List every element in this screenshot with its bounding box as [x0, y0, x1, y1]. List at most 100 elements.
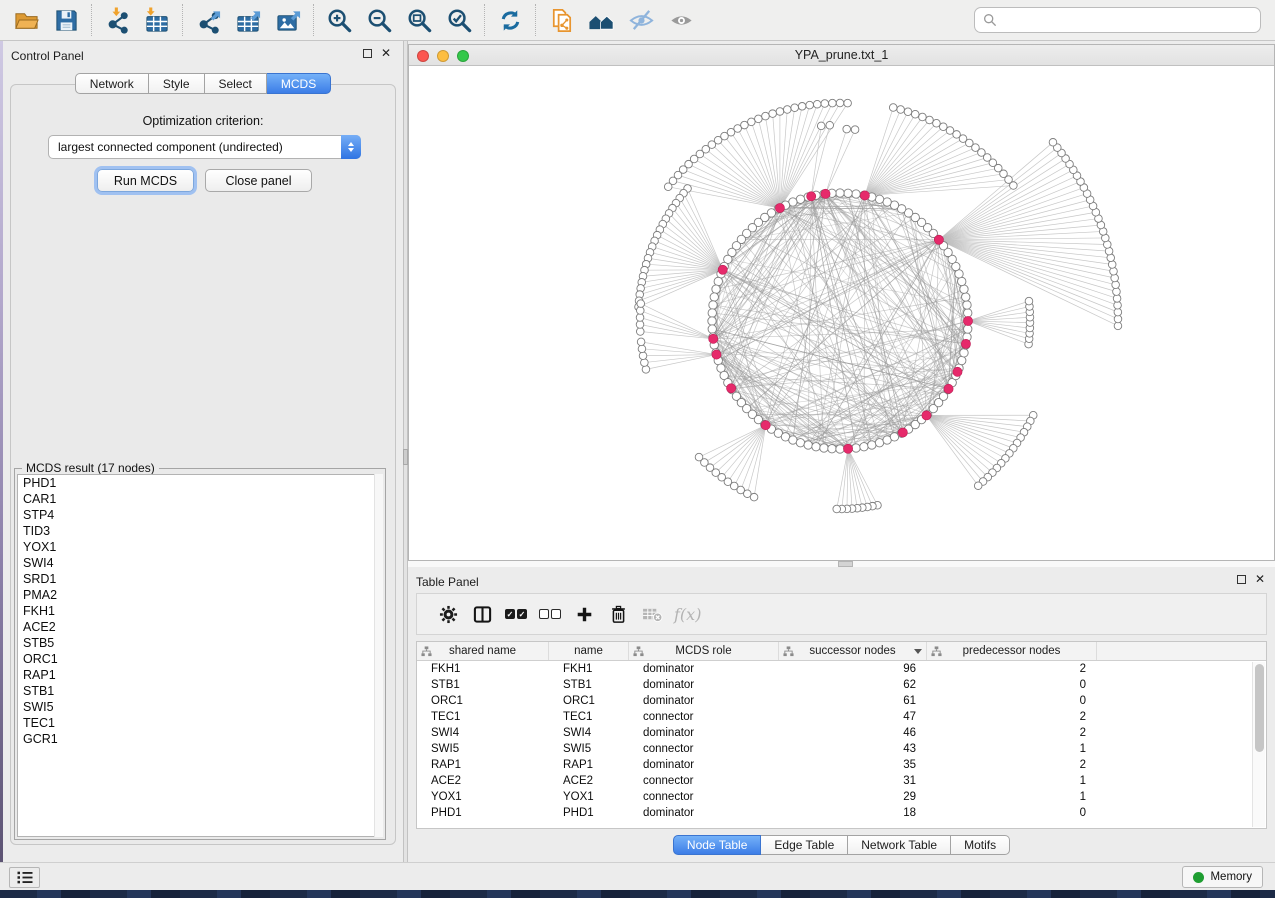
table-row[interactable]: RAP1RAP1dominator352: [417, 757, 1266, 773]
close-panel-icon[interactable]: ✕: [1255, 574, 1265, 584]
mcds-node[interactable]: [712, 350, 721, 359]
show-columns-button[interactable]: [465, 597, 499, 631]
table-row[interactable]: ORC1ORC1dominator610: [417, 693, 1266, 709]
column-header-name[interactable]: name: [549, 642, 629, 660]
tab-network-table[interactable]: Network Table: [848, 835, 951, 855]
mcds-node[interactable]: [934, 235, 943, 244]
mcds-node[interactable]: [963, 316, 972, 325]
mcds-node[interactable]: [761, 421, 770, 430]
mcds-node[interactable]: [807, 192, 816, 201]
table-row[interactable]: YOX1YOX1connector291: [417, 789, 1266, 805]
result-list-scrollbar[interactable]: [374, 474, 383, 837]
export-table-button[interactable]: [228, 3, 268, 37]
mcds-node[interactable]: [821, 189, 830, 198]
tab-edge-table[interactable]: Edge Table: [761, 835, 848, 855]
table-row[interactable]: FKH1FKH1dominator962: [417, 661, 1266, 677]
mcds-node[interactable]: [944, 384, 953, 393]
create-column-button[interactable]: [567, 597, 601, 631]
mcds-result-item[interactable]: YOX1: [18, 539, 382, 555]
export-image-button[interactable]: [268, 3, 308, 37]
table-cell: dominator: [629, 693, 779, 709]
tab-network[interactable]: Network: [75, 73, 149, 94]
table-row[interactable]: TEC1TEC1connector472: [417, 709, 1266, 725]
mcds-node[interactable]: [961, 339, 970, 348]
column-header-MCDS-role[interactable]: MCDS role: [629, 642, 779, 660]
table-scrollbar[interactable]: [1252, 662, 1265, 827]
scrollbar-thumb[interactable]: [1255, 664, 1264, 752]
save-session-button[interactable]: [46, 3, 86, 37]
network-graph[interactable]: [409, 66, 1274, 560]
float-panel-icon[interactable]: [363, 49, 372, 58]
zoom-out-button[interactable]: [359, 3, 399, 37]
export-network-button[interactable]: [188, 3, 228, 37]
import-network-button[interactable]: [97, 3, 137, 37]
column-label: predecessor nodes: [963, 645, 1061, 657]
mcds-result-item[interactable]: SWI4: [18, 555, 382, 571]
first-neighbors-button[interactable]: [581, 3, 621, 37]
mcds-result-item[interactable]: TEC1: [18, 715, 382, 731]
mcds-result-item[interactable]: FKH1: [18, 603, 382, 619]
search-box[interactable]: [974, 7, 1261, 33]
column-header-shared-name[interactable]: shared name: [417, 642, 549, 660]
refresh-button[interactable]: [490, 3, 530, 37]
close-panel-icon[interactable]: ✕: [381, 48, 391, 58]
tab-mcds[interactable]: MCDS: [267, 73, 331, 94]
mcds-result-item[interactable]: STP4: [18, 507, 382, 523]
open-session-button[interactable]: [6, 3, 46, 37]
mcds-result-item[interactable]: CAR1: [18, 491, 382, 507]
mcds-result-item[interactable]: SRD1: [18, 571, 382, 587]
network-window-titlebar[interactable]: YPA_prune.txt_1: [409, 45, 1274, 66]
memory-button[interactable]: Memory: [1182, 866, 1263, 888]
zoom-fit-icon: [406, 7, 433, 34]
table-row[interactable]: SWI5SWI5connector431: [417, 741, 1266, 757]
column-header-successor-nodes[interactable]: successor nodes: [779, 642, 927, 660]
mcds-result-item[interactable]: RAP1: [18, 667, 382, 683]
mcds-node[interactable]: [726, 384, 735, 393]
tab-node-table[interactable]: Node Table: [673, 835, 762, 855]
mcds-node[interactable]: [843, 444, 852, 453]
zoom-in-button[interactable]: [319, 3, 359, 37]
mcds-node[interactable]: [953, 367, 962, 376]
float-panel-icon[interactable]: [1237, 575, 1246, 584]
zoom-fit-button[interactable]: [399, 3, 439, 37]
table-row[interactable]: SWI4SWI4dominator462: [417, 725, 1266, 741]
table-row[interactable]: STB1STB1dominator620: [417, 677, 1266, 693]
mcds-node[interactable]: [922, 411, 931, 420]
column-header-predecessor-nodes[interactable]: predecessor nodes: [927, 642, 1097, 660]
tab-style[interactable]: Style: [149, 73, 205, 94]
mcds-result-item[interactable]: ACE2: [18, 619, 382, 635]
mcds-result-item[interactable]: PMA2: [18, 587, 382, 603]
task-history-button[interactable]: [9, 867, 40, 888]
mcds-result-item[interactable]: PHD1: [18, 475, 382, 491]
select-all-columns-button[interactable]: ✓✓: [499, 597, 533, 631]
mcds-node[interactable]: [718, 265, 727, 274]
network-canvas[interactable]: [409, 66, 1274, 560]
duplicate-network-button[interactable]: [541, 3, 581, 37]
zoom-selected-button[interactable]: [439, 3, 479, 37]
mcds-node[interactable]: [898, 428, 907, 437]
mcds-result-item[interactable]: STB1: [18, 683, 382, 699]
import-table-button[interactable]: [137, 3, 177, 37]
mcds-result-item[interactable]: TID3: [18, 523, 382, 539]
mcds-node[interactable]: [709, 334, 718, 343]
table-row[interactable]: ACE2ACE2connector311: [417, 773, 1266, 789]
mcds-result-item[interactable]: GCR1: [18, 731, 382, 747]
run-mcds-button[interactable]: Run MCDS: [97, 169, 194, 192]
mcds-node[interactable]: [860, 191, 869, 200]
settings-gear-button[interactable]: [431, 597, 465, 631]
tab-select[interactable]: Select: [205, 73, 267, 94]
close-panel-button[interactable]: Close panel: [205, 169, 312, 192]
criterion-select[interactable]: largest connected component (undirected): [48, 135, 361, 159]
show-all-button[interactable]: [661, 3, 701, 37]
tab-motifs[interactable]: Motifs: [951, 835, 1010, 855]
hide-selected-button[interactable]: [621, 3, 661, 37]
mcds-result-list[interactable]: PHD1CAR1STP4TID3YOX1SWI4SRD1PMA2FKH1ACE2…: [17, 474, 383, 837]
delete-columns-button[interactable]: [601, 597, 635, 631]
table-row[interactable]: PHD1PHD1dominator180: [417, 805, 1266, 821]
search-input[interactable]: [1003, 13, 1252, 27]
mcds-result-item[interactable]: STB5: [18, 635, 382, 651]
mcds-result-item[interactable]: ORC1: [18, 651, 382, 667]
deselect-all-columns-button[interactable]: [533, 597, 567, 631]
mcds-node[interactable]: [775, 203, 784, 212]
mcds-result-item[interactable]: SWI5: [18, 699, 382, 715]
